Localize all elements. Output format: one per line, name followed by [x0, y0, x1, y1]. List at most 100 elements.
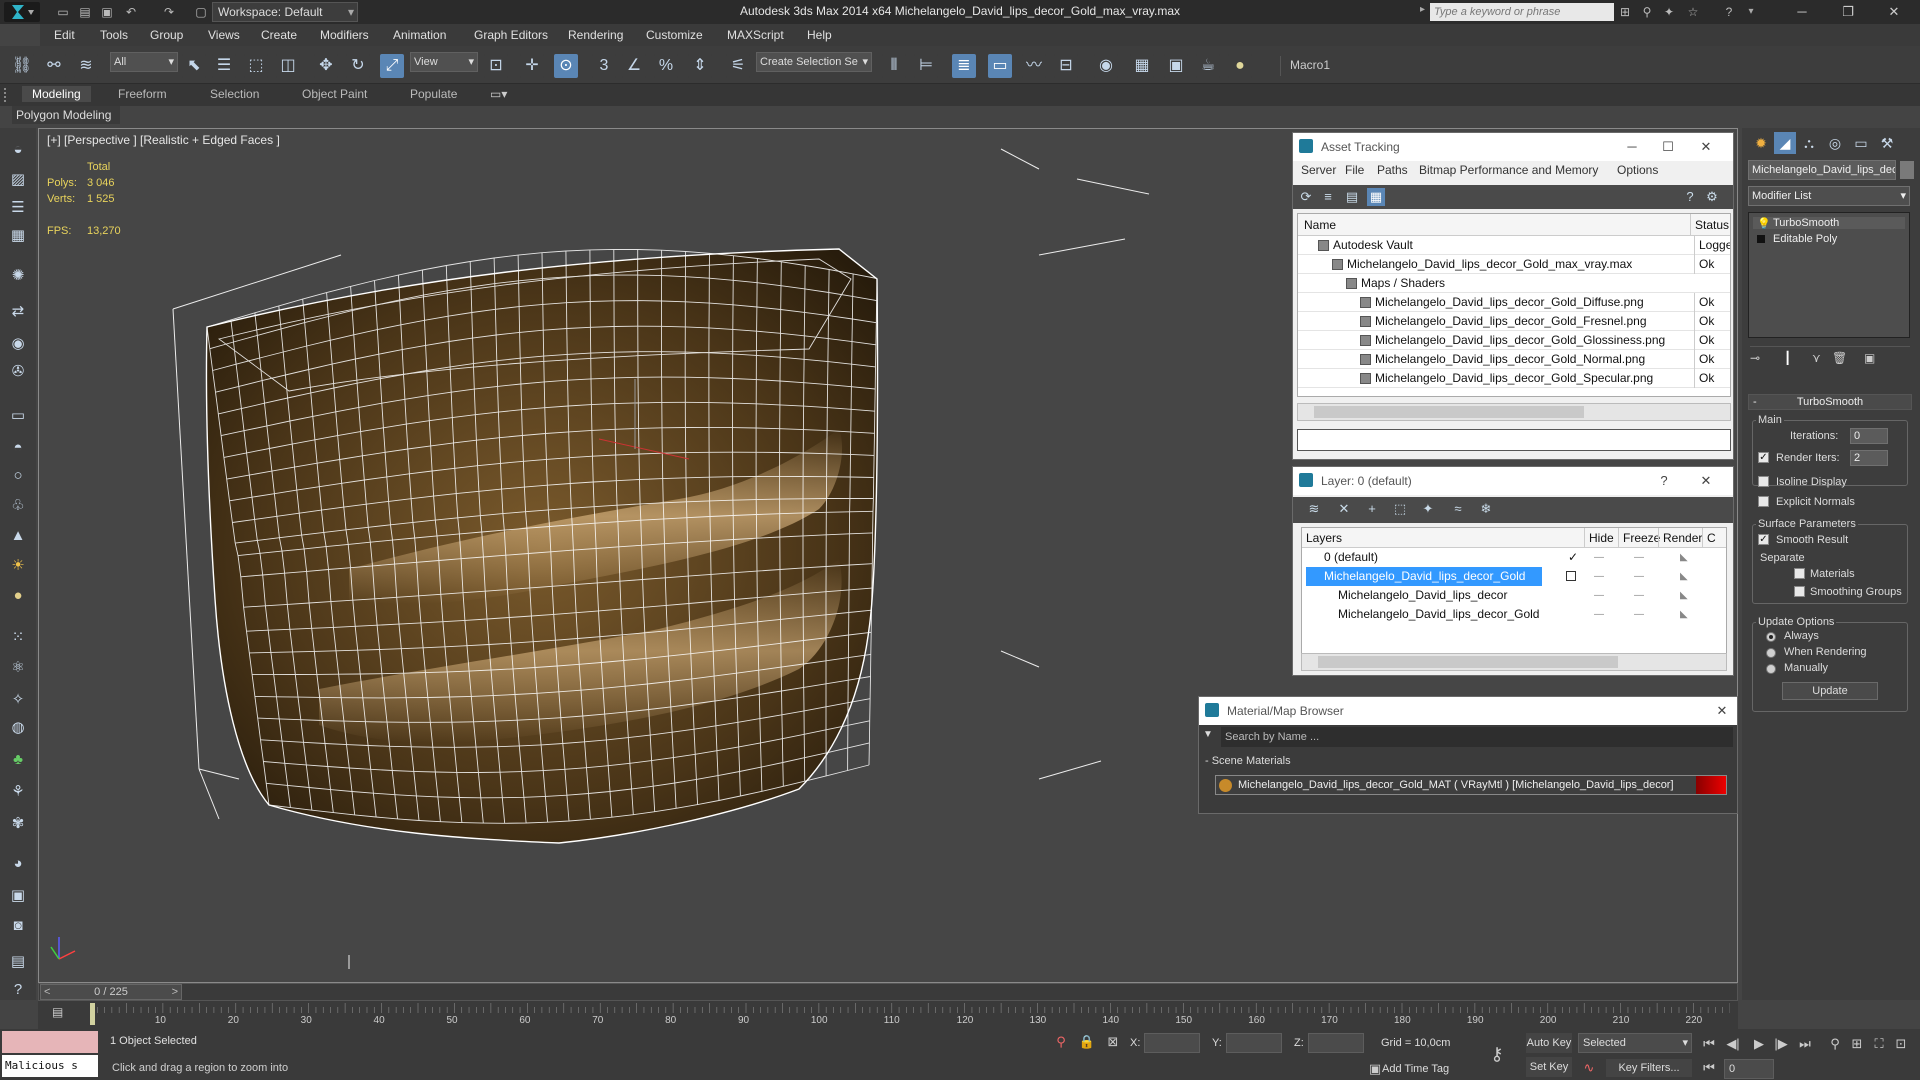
create-layer-icon[interactable]: ≋	[1305, 500, 1323, 518]
wheel-icon[interactable]: ✇	[6, 360, 30, 384]
vray-icon[interactable]: ◙	[6, 914, 30, 938]
curve-editor-icon[interactable]: 〰	[1022, 54, 1046, 78]
tab-freeform[interactable]: Freeform	[118, 87, 167, 101]
remove-modifier-icon[interactable]: 🗑	[1832, 351, 1847, 365]
maximize-viewport-icon[interactable]: ⊡	[1892, 1035, 1910, 1053]
menu-customize[interactable]: Customize	[646, 28, 703, 42]
asset-row[interactable]: Autodesk Vault Logged	[1298, 236, 1730, 255]
iterations-spinner[interactable]: 0	[1850, 428, 1888, 444]
select-in-layer-icon[interactable]: ⬚	[1391, 500, 1409, 518]
set-current-layer-icon[interactable]	[1566, 571, 1576, 581]
col-name[interactable]: Name	[1304, 214, 1336, 236]
freeze-toggle-icon[interactable]: —	[1634, 548, 1644, 567]
add-to-layer-icon[interactable]: +	[1363, 500, 1381, 518]
ribbon-panel-polygon-modeling[interactable]: Polygon Modeling	[12, 106, 120, 124]
ribbon-options-icon[interactable]: ▭▾	[490, 87, 507, 101]
material-editor-icon[interactable]: ◉	[1094, 54, 1118, 78]
layer-help-button[interactable]: ?	[1649, 467, 1679, 495]
set-key-icon[interactable]: ⚷	[1488, 1045, 1506, 1063]
asset-row[interactable]: Maps / Shaders	[1298, 274, 1730, 293]
display-tab-icon[interactable]: ▭	[1850, 132, 1872, 154]
light-bulb-icon[interactable]: 💡	[1757, 217, 1771, 230]
help-chevron-icon[interactable]: ▾	[1742, 3, 1760, 21]
menu-modifiers[interactable]: Modifiers	[320, 28, 369, 42]
motion-tab-icon[interactable]: ◎	[1824, 132, 1846, 154]
stack-item-turbosmooth[interactable]: 💡 TurboSmooth	[1753, 217, 1905, 230]
key-curve-icon[interactable]: ∿	[1580, 1059, 1598, 1077]
menu-edit[interactable]: Edit	[54, 28, 75, 42]
menu-bitmap-performance[interactable]: Bitmap Performance and Memory	[1419, 163, 1598, 177]
window-crossing-icon[interactable]: ◫	[276, 54, 300, 78]
go-to-start-icon[interactable]: ⏮	[1700, 1035, 1718, 1053]
close-window-button[interactable]: ✕	[1876, 2, 1912, 22]
add-time-tag-label[interactable]: Add Time Tag	[1382, 1063, 1449, 1075]
globe-icon[interactable]: ◍	[6, 716, 30, 740]
pivot-center-icon[interactable]: ⊡	[484, 54, 508, 78]
hide-toggle-icon[interactable]: —	[1594, 586, 1604, 605]
tab-selection[interactable]: Selection	[210, 87, 259, 101]
macro-button[interactable]: Macro1	[1290, 58, 1330, 72]
material-item[interactable]: Michelangelo_David_lips_decor_Gold_MAT (…	[1215, 775, 1727, 795]
grid-icon[interactable]: ▦	[6, 224, 30, 248]
camera-icon[interactable]: ◉	[6, 332, 30, 356]
keyboard-shortcut-override-icon[interactable]: ⊙	[554, 54, 578, 78]
zoom-icon[interactable]: ⚲	[1826, 1035, 1844, 1053]
layer-row[interactable]: Michelangelo_David_lips_decor_Gold — — ◣	[1302, 567, 1726, 586]
when-rendering-radio[interactable]	[1766, 648, 1776, 658]
restore-window-button[interactable]: ❐	[1830, 2, 1866, 22]
smoothing-groups-checkbox[interactable]	[1794, 586, 1805, 597]
track-bar[interactable]: ▤ 10 20 30 40 50 60 70 80 90 100 110 120 130 140 150 16…	[38, 1001, 1738, 1029]
box-icon[interactable]: ▭	[6, 404, 30, 428]
material-search-input[interactable]: Search by Name ...	[1221, 727, 1733, 747]
configure-sets-icon[interactable]: ▣	[1864, 351, 1875, 365]
maxscript-listener-input[interactable]: Malicious s	[2, 1055, 98, 1077]
menu-help[interactable]: Help	[807, 28, 832, 42]
binoculars-icon[interactable]: ⊞	[1616, 3, 1634, 21]
edit-named-selection-icon[interactable]: ⚟	[726, 54, 750, 78]
previous-frame-icon[interactable]: <	[44, 985, 50, 999]
asset-row[interactable]: Michelangelo_David_lips_decor_Gold_Gloss…	[1298, 331, 1730, 350]
help-icon[interactable]: ?	[1681, 188, 1699, 206]
expand-icon[interactable]: ▸	[1420, 4, 1428, 20]
bind-space-warp-icon[interactable]: ≋	[74, 54, 98, 78]
absolute-mode-icon[interactable]: ⊠	[1104, 1033, 1122, 1051]
update-button[interactable]: Update	[1782, 682, 1878, 700]
render-iters-checkbox[interactable]: ✓	[1758, 452, 1769, 463]
hold-icon[interactable]: ▢	[192, 3, 210, 21]
render-toggle-icon[interactable]: ◣	[1680, 567, 1688, 586]
new-file-icon[interactable]: ▭	[54, 3, 72, 21]
communication-icon[interactable]: ✦	[1660, 3, 1678, 21]
menu-animation[interactable]: Animation	[393, 28, 446, 42]
utilities-tab-icon[interactable]: ⚒	[1876, 132, 1898, 154]
hide-toggle-icon[interactable]: —	[1594, 605, 1604, 624]
hide-toggle-icon[interactable]: —	[1594, 567, 1604, 586]
col-layers[interactable]: Layers	[1306, 528, 1342, 548]
render-icon[interactable]: ▣	[6, 884, 30, 908]
maximize-button[interactable]: ☐	[1653, 133, 1683, 161]
zoom-all-icon[interactable]: ⊞	[1848, 1035, 1866, 1053]
search-input[interactable]: Type a keyword or phrase	[1430, 3, 1614, 21]
tree-icon[interactable]: ♣	[6, 748, 30, 772]
stack-item-editable-poly[interactable]: Editable Poly	[1753, 233, 1837, 245]
close-button[interactable]: ✕	[1707, 697, 1737, 725]
asset-row[interactable]: Michelangelo_David_lips_decor_Gold_Fresn…	[1298, 312, 1730, 331]
go-to-end-icon[interactable]: ⏭	[1796, 1035, 1814, 1053]
link-icon[interactable]: ⛓	[10, 54, 34, 78]
materials-checkbox[interactable]	[1794, 568, 1805, 579]
turbosmooth-rollout-header[interactable]: TurboSmooth -	[1748, 394, 1912, 410]
time-slider-handle[interactable]: < 0 / 225 >	[40, 984, 182, 1000]
auto-key-button[interactable]: Auto Key	[1526, 1033, 1572, 1053]
key-mode-toggle-icon[interactable]: ⏮	[1700, 1059, 1718, 1077]
col-hide[interactable]: Hide	[1584, 528, 1614, 548]
app-logo-icon[interactable]	[4, 2, 40, 22]
named-selection-set-dropdown[interactable]: Create Selection Se ▾	[756, 52, 872, 72]
layer-manager-icon[interactable]: ≣	[952, 54, 976, 78]
list-icon[interactable]: ☰	[6, 196, 30, 220]
create-tab-icon[interactable]: ✹	[1750, 132, 1772, 154]
current-layer-check-icon[interactable]: ✓	[1568, 548, 1578, 567]
snaps-toggle-icon[interactable]: 3	[592, 54, 616, 78]
sun-icon[interactable]: ☀	[6, 554, 30, 578]
object-color-swatch[interactable]	[1900, 161, 1914, 179]
key-search-icon[interactable]: ⚲	[1638, 3, 1656, 21]
close-button[interactable]: ✕	[1691, 467, 1721, 495]
